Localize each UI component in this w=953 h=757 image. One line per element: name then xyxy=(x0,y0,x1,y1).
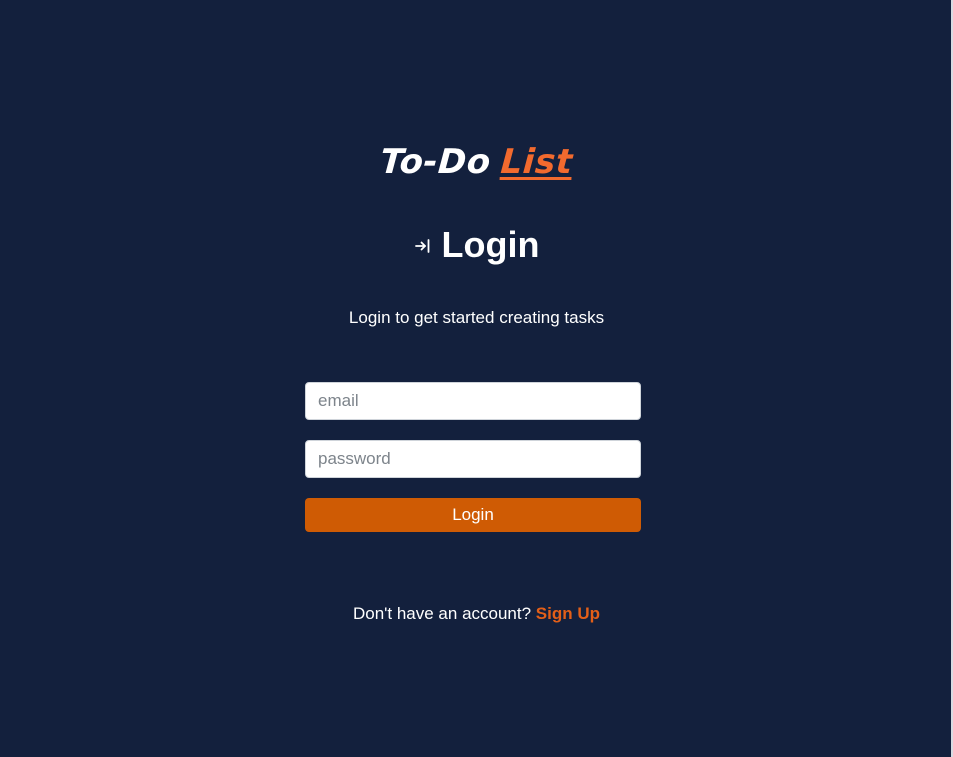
logo-text-todo: To-Do xyxy=(379,142,493,182)
password-field[interactable] xyxy=(305,440,641,478)
page-subtitle: Login to get started creating tasks xyxy=(348,308,605,327)
signup-prompt-text: Don't have an account? xyxy=(352,604,532,623)
page-title: Login xyxy=(441,224,540,265)
email-field[interactable] xyxy=(305,382,641,420)
login-button[interactable]: Login xyxy=(305,498,641,532)
login-arrow-icon xyxy=(414,237,432,255)
signup-link[interactable]: Sign Up xyxy=(536,604,600,623)
logo-text-list: List xyxy=(499,142,574,182)
app-logo: To-Do List xyxy=(0,140,953,184)
page-heading: Login xyxy=(0,222,953,268)
login-form: Login xyxy=(305,382,641,532)
signup-prompt: Don't have an account? Sign Up xyxy=(0,603,953,625)
login-page: To-Do List Login Login to get started cre… xyxy=(0,0,953,757)
